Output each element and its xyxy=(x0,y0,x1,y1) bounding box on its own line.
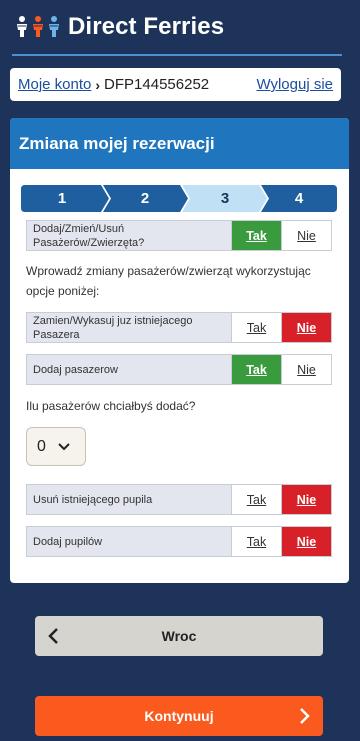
breadcrumb-separator: › xyxy=(95,76,101,93)
remove-pet-label: Usuń istniejącego pupila xyxy=(33,493,153,506)
chevron-right-icon xyxy=(300,708,310,724)
step-3-active: 3 xyxy=(220,190,230,207)
remove-pet-no-button[interactable]: Nie xyxy=(281,485,331,514)
replace-passenger-no-button[interactable]: Nie xyxy=(281,313,331,342)
continue-button[interactable]: Kontynuuj xyxy=(35,696,323,736)
site-header: Direct Ferries xyxy=(0,0,360,56)
step-4: 4 xyxy=(294,190,304,207)
passenger-count-value: 0 xyxy=(37,437,46,455)
instruction-text: Wprowadź zmiany pasażerów/zwierząt wykor… xyxy=(26,264,311,298)
header-divider xyxy=(12,54,342,56)
step-1: 1 xyxy=(57,190,67,207)
add-passenger-row: Dodaj pasazerow Tak Nie xyxy=(26,354,332,385)
replace-passenger-row: Zamien/Wykasuj juz istniejacego Pasazera… xyxy=(26,312,332,343)
ferry-people-icon xyxy=(17,16,59,37)
replace-passenger-yes-button[interactable]: Tak xyxy=(231,313,281,342)
add-pet-yes-button[interactable]: Tak xyxy=(231,527,281,556)
back-button[interactable]: Wroc xyxy=(35,616,323,656)
add-change-passengers-label: Dodaj/Zmień/Usuń Pasażerów/Zwierzęta? xyxy=(33,222,145,249)
chevron-left-icon xyxy=(48,628,58,644)
brand-logo[interactable]: Direct Ferries xyxy=(14,13,224,41)
add-passenger-yes-button[interactable]: Tak xyxy=(231,355,281,384)
logout-link[interactable]: Wyloguj sie xyxy=(256,76,333,93)
add-change-passengers-row: Dodaj/Zmień/Usuń Pasażerów/Zwierzęta? Ta… xyxy=(26,220,332,251)
change-booking-card: Zmiana mojej rezerwacji 1 2 3 4 Dodaj/Zm… xyxy=(10,118,349,583)
how-many-question: Ilu pasażerów chciałbyś dodać? xyxy=(26,399,196,413)
remove-pet-yes-button[interactable]: Tak xyxy=(231,485,281,514)
back-button-label: Wroc xyxy=(161,628,197,644)
passenger-count-select[interactable]: 0 xyxy=(26,427,86,466)
remove-pet-row: Usuń istniejącego pupila Tak Nie xyxy=(26,484,332,515)
brand-name: Direct Ferries xyxy=(68,13,225,40)
progress-stepper: 1 2 3 4 xyxy=(21,185,337,212)
add-passenger-no-button[interactable]: Nie xyxy=(281,355,331,384)
account-bar: Moje konto › DFP144556252 Wyloguj sie xyxy=(10,68,341,101)
add-change-yes-button[interactable]: Tak xyxy=(231,221,281,250)
booking-reference: DFP144556252 xyxy=(104,76,210,93)
continue-button-label: Kontynuuj xyxy=(144,708,214,724)
my-account-link[interactable]: Moje konto xyxy=(18,76,91,93)
add-pet-no-button[interactable]: Nie xyxy=(281,527,331,556)
replace-passenger-label: Zamien/Wykasuj juz istniejacego Pasazera xyxy=(33,314,193,341)
card-title: Zmiana mojej rezerwacji xyxy=(10,118,349,169)
add-change-no-button[interactable]: Nie xyxy=(281,221,331,250)
step-2: 2 xyxy=(140,190,150,207)
add-pet-row: Dodaj pupilów Tak Nie xyxy=(26,526,332,557)
add-passenger-label: Dodaj pasazerow xyxy=(33,363,118,376)
chevron-down-icon xyxy=(58,442,70,450)
add-pet-label: Dodaj pupilów xyxy=(33,535,103,548)
